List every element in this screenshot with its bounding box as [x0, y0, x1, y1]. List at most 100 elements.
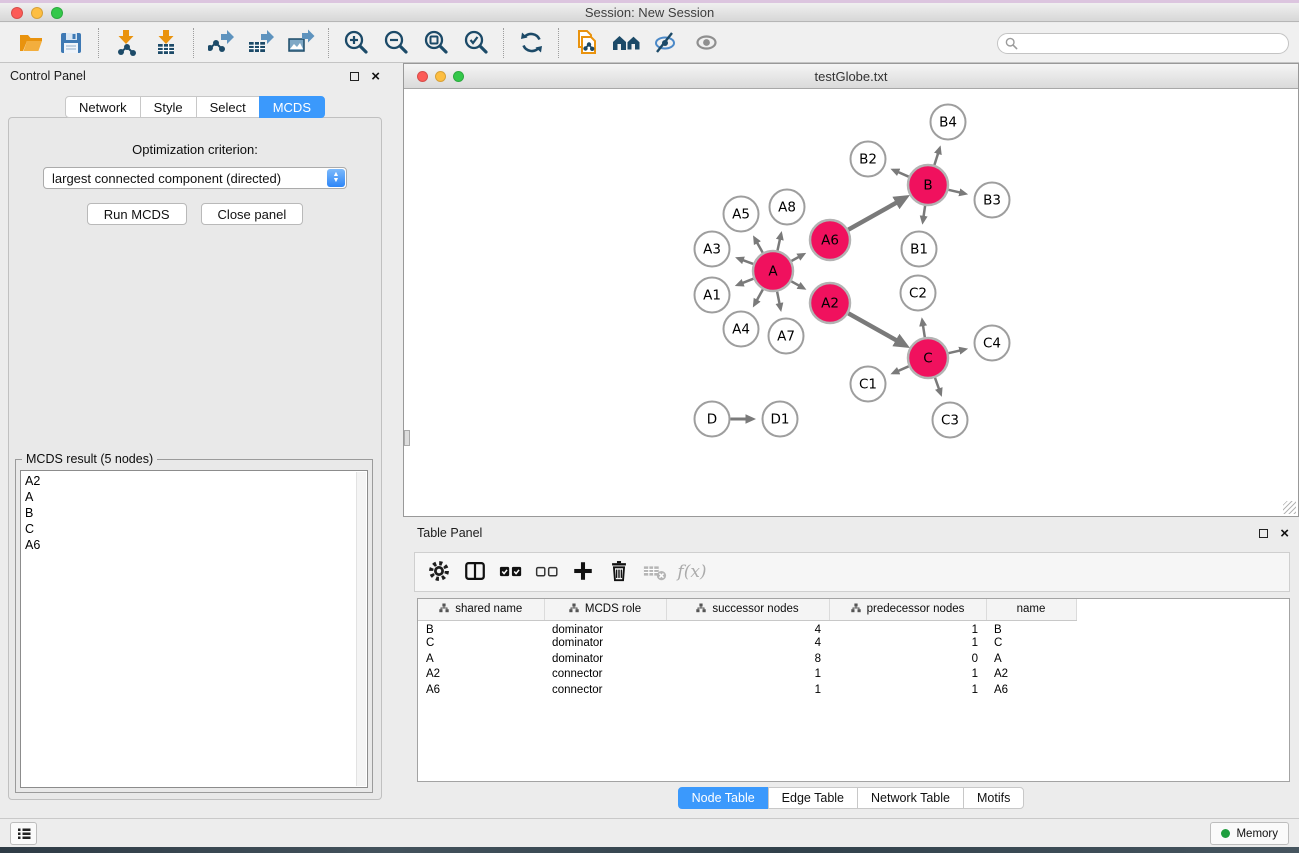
open-session-button[interactable]: [15, 27, 47, 59]
graph-node-A4[interactable]: A4: [724, 312, 759, 347]
graph-edge-A-A2[interactable]: [791, 281, 804, 288]
memory-button[interactable]: Memory: [1210, 822, 1289, 845]
cell-name[interactable]: C: [986, 636, 1076, 652]
zoom-fit-button[interactable]: [420, 27, 452, 59]
refresh-view-button[interactable]: [515, 27, 547, 59]
export-network-button[interactable]: [205, 27, 237, 59]
optimization-criterion-select[interactable]: largest connected component (directed) ▲…: [43, 167, 347, 189]
graph-edge-B-B2[interactable]: [893, 170, 909, 177]
graph-edge-A-A3[interactable]: [738, 258, 753, 264]
graph-edge-A-A1[interactable]: [738, 279, 754, 285]
graph-edge-B-B3[interactable]: [948, 190, 965, 194]
cell-successor[interactable]: 4: [666, 620, 829, 636]
window-resize-grip[interactable]: [1283, 501, 1296, 514]
show-columns-button[interactable]: [459, 557, 491, 587]
graph-node-A1[interactable]: A1: [695, 278, 730, 313]
table-row[interactable]: Bdominator41B: [418, 620, 1289, 636]
cell-name[interactable]: A2: [986, 667, 1076, 683]
network-close-light[interactable]: [417, 71, 428, 82]
cell-shared_name[interactable]: C: [418, 636, 544, 652]
show-all-button[interactable]: [690, 27, 722, 59]
tab-style[interactable]: Style: [140, 96, 197, 118]
cell-mcds_role[interactable]: dominator: [544, 651, 666, 667]
graph-node-C4[interactable]: C4: [975, 326, 1010, 361]
graph-node-A7[interactable]: A7: [769, 319, 804, 354]
graph-edge-A-A7[interactable]: [777, 292, 781, 309]
tab-edge-table[interactable]: Edge Table: [768, 787, 858, 809]
first-neighbors-button[interactable]: [610, 27, 642, 59]
graph-node-A2[interactable]: A2: [810, 283, 850, 323]
cell-mcds_role[interactable]: dominator: [544, 636, 666, 652]
column-header-predecessor[interactable]: predecessor nodes: [829, 599, 986, 620]
delete-columns-button[interactable]: [603, 557, 635, 587]
mcds-result-item[interactable]: A: [25, 489, 353, 505]
graph-node-B[interactable]: B: [908, 165, 948, 205]
import-table-button[interactable]: [150, 27, 182, 59]
cell-predecessor[interactable]: 1: [829, 620, 986, 636]
network-window-titlebar[interactable]: testGlobe.txt: [404, 64, 1298, 89]
list-scrollbar[interactable]: [356, 472, 366, 786]
graph-node-B3[interactable]: B3: [975, 183, 1010, 218]
graph-edge-A2-C[interactable]: [848, 313, 905, 345]
zoom-selected-button[interactable]: [460, 27, 492, 59]
graph-edge-C-C3[interactable]: [935, 378, 941, 394]
mcds-result-item[interactable]: A6: [25, 537, 353, 553]
graph-edge-C-C2[interactable]: [922, 320, 925, 337]
cell-successor[interactable]: 1: [666, 667, 829, 683]
deselect-all-button[interactable]: [531, 557, 563, 587]
table-float-panel-icon[interactable]: [1259, 529, 1268, 538]
table-mode-gear-button[interactable]: [423, 557, 455, 587]
graph-node-B1[interactable]: B1: [902, 232, 937, 267]
tab-node-table[interactable]: Node Table: [678, 787, 769, 809]
table-row[interactable]: Cdominator41C: [418, 636, 1289, 652]
zoom-out-button[interactable]: [380, 27, 412, 59]
cell-name[interactable]: A6: [986, 682, 1076, 698]
graph-node-C2[interactable]: C2: [901, 276, 936, 311]
graph-node-B2[interactable]: B2: [851, 142, 886, 177]
graph-node-A6[interactable]: A6: [810, 220, 850, 260]
graph-edge-A-A6[interactable]: [791, 254, 803, 261]
tab-motifs[interactable]: Motifs: [963, 787, 1024, 809]
mcds-result-item[interactable]: B: [25, 505, 353, 521]
float-panel-icon[interactable]: [350, 72, 359, 81]
tab-network[interactable]: Network: [65, 96, 141, 118]
mcds-result-item[interactable]: A2: [25, 473, 353, 489]
table-row[interactable]: A6connector11A6: [418, 682, 1289, 698]
cell-successor[interactable]: 4: [666, 636, 829, 652]
cell-mcds_role[interactable]: connector: [544, 667, 666, 683]
hide-selected-button[interactable]: [650, 27, 682, 59]
graph-node-A3[interactable]: A3: [695, 232, 730, 267]
splitter-grip[interactable]: [404, 430, 410, 446]
export-table-button[interactable]: [245, 27, 277, 59]
cell-name[interactable]: B: [986, 620, 1076, 636]
graph-node-C3[interactable]: C3: [933, 403, 968, 438]
column-header-successor[interactable]: successor nodes: [666, 599, 829, 620]
graph-node-A[interactable]: A: [753, 251, 793, 291]
graph-node-C1[interactable]: C1: [851, 367, 886, 402]
cell-successor[interactable]: 1: [666, 682, 829, 698]
table-row[interactable]: Adominator80A: [418, 651, 1289, 667]
cell-shared_name[interactable]: A6: [418, 682, 544, 698]
save-session-button[interactable]: [55, 27, 87, 59]
graph-node-A8[interactable]: A8: [770, 190, 805, 225]
cell-name[interactable]: A: [986, 651, 1076, 667]
zoom-in-button[interactable]: [340, 27, 372, 59]
graph-edge-A-A5[interactable]: [755, 238, 763, 253]
network-canvas[interactable]: B4B2BB3A5A8A6B1A3AC2A1A2A4A7C4CC1C3DD1: [404, 90, 1298, 516]
graph-edge-A-A8[interactable]: [778, 234, 782, 251]
cell-predecessor[interactable]: 0: [829, 651, 986, 667]
close-panel-icon[interactable]: ×: [371, 72, 380, 81]
graph-node-D[interactable]: D: [695, 402, 730, 437]
cell-predecessor[interactable]: 1: [829, 667, 986, 683]
tab-network-table[interactable]: Network Table: [857, 787, 964, 809]
cell-predecessor[interactable]: 1: [829, 682, 986, 698]
network-maximize-light[interactable]: [453, 71, 464, 82]
cell-shared_name[interactable]: B: [418, 620, 544, 636]
cell-mcds_role[interactable]: connector: [544, 682, 666, 698]
graph-edge-A-A4[interactable]: [754, 289, 763, 305]
export-image-button[interactable]: [285, 27, 317, 59]
cell-predecessor[interactable]: 1: [829, 636, 986, 652]
column-header-mcds_role[interactable]: MCDS role: [544, 599, 666, 620]
column-header-name[interactable]: name: [986, 599, 1076, 620]
graph-edge-B-B1[interactable]: [923, 206, 925, 222]
